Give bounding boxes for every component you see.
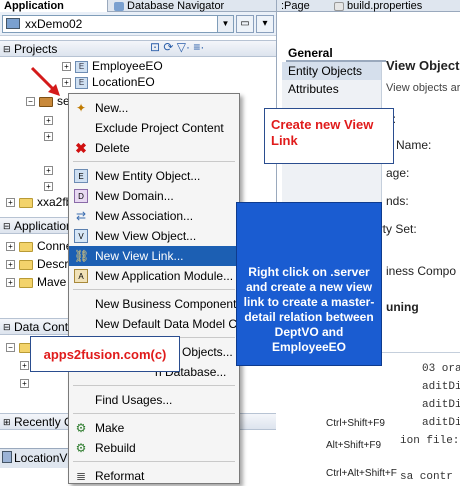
tab-build-properties[interactable]: build.properties — [330, 0, 430, 12]
tree-item-employee-eo[interactable]: + E EmployeeEO — [62, 59, 163, 73]
tree-item-location-eo[interactable]: + E LocationEO — [62, 75, 155, 89]
field-label: iness Compo — [386, 264, 457, 278]
editor-description: View objects ar — [386, 82, 460, 94]
application-toolbar: xxDemo02 ▼ ▭ ▾ — [0, 12, 276, 36]
new-icon: ✦ — [75, 101, 87, 115]
log-line: sa contr — [400, 471, 453, 483]
tree-item-connections[interactable]: + Conne — [6, 239, 72, 253]
file-icon — [334, 1, 344, 11]
folder-icon — [19, 241, 33, 252]
folder-icon — [19, 197, 33, 208]
annotation-watermark: apps2fusion.com(c) — [30, 336, 180, 372]
menu-item-new-association[interactable]: ⇄ New Association... — [69, 206, 239, 226]
menu-item-new-view-link[interactable]: ⛓ New View Link... — [69, 246, 239, 266]
view-object-icon: V — [74, 229, 88, 243]
projects-section-label: Projects — [14, 42, 58, 56]
editor-heading: View Object — [386, 58, 460, 73]
shortcut-reformat: Ctrl+Alt+Shift+F — [326, 468, 397, 479]
projects-section-header[interactable]: ⊟ Projects — [0, 40, 276, 57]
tree-item-collapsed[interactable]: + — [44, 179, 57, 193]
collapse-icon[interactable]: ⊟ — [3, 218, 11, 234]
tab-application-label: Application — [4, 0, 64, 12]
collapse-icon[interactable]: ⊟ — [3, 319, 11, 335]
delete-icon: ✖ — [75, 140, 87, 156]
menu-item-new[interactable]: ✦ New... — [69, 98, 239, 118]
menu-item-rebuild[interactable]: ⚙ Rebuild — [69, 438, 239, 458]
entity-object-icon: E — [75, 76, 88, 89]
menu-item-reformat[interactable]: ≣ Reformat — [69, 466, 239, 486]
entity-object-icon: E — [74, 169, 88, 183]
log-line: 03 oracl — [422, 363, 460, 375]
projects-toolbar-icons[interactable]: ⊡ ⟳ ▽· ≡· — [150, 40, 204, 54]
tab-database-navigator[interactable]: Database Navigator — [110, 0, 228, 12]
menu-separator — [73, 413, 235, 414]
folder-icon — [19, 277, 33, 288]
log-line: ion file:/ — [400, 435, 460, 447]
log-line: aditDisa — [422, 399, 460, 411]
menu-item-new-default-data-model[interactable]: New Default Data Model Co — [69, 314, 239, 334]
tab-application[interactable]: Application — [0, 0, 108, 12]
side-nav-attributes[interactable]: Attributes — [282, 80, 381, 98]
menu-item-delete[interactable]: ✖ Delete — [69, 138, 239, 158]
view-link-icon: ⛓ — [74, 249, 90, 263]
tab-page[interactable]: :Page — [276, 0, 326, 12]
menu-item-new-domain[interactable]: D New Domain... — [69, 186, 239, 206]
domain-icon: D — [74, 189, 88, 203]
menu-separator — [73, 461, 235, 462]
menu-item-new-application-module[interactable]: A New Application Module... — [69, 266, 239, 286]
tree-item-maven[interactable]: + Mave — [6, 275, 66, 289]
side-nav-entity-objects[interactable]: Entity Objects — [282, 62, 381, 80]
application-module-icon: A — [74, 269, 88, 283]
folder-icon — [19, 259, 33, 270]
entity-object-icon: E — [75, 60, 88, 73]
shortcut-rebuild: Alt+Shift+F9 — [326, 440, 382, 451]
tree-item-collapsed[interactable]: + — [44, 163, 57, 177]
field-label: nds: — [386, 194, 409, 208]
menu-separator — [73, 161, 235, 162]
make-icon: ⚙ — [75, 421, 87, 435]
application-combo[interactable]: xxDemo02 ▼ — [2, 15, 234, 33]
tree-item-collapsed[interactable]: + — [44, 113, 57, 127]
collapse-icon[interactable]: ⊟ — [3, 41, 11, 57]
app-options-button[interactable]: ▾ — [256, 15, 274, 33]
menu-item-new-business-components[interactable]: New Business Components — [69, 294, 239, 314]
menu-separator — [73, 289, 235, 290]
menu-separator — [73, 385, 235, 386]
database-icon — [114, 1, 124, 11]
annotation-create-view-link: Create new View Link — [264, 108, 394, 164]
reformat-icon: ≣ — [75, 469, 87, 483]
tree-item-data-control[interactable]: + — [20, 376, 33, 390]
expand-icon[interactable]: ⊞ — [3, 414, 11, 430]
log-line: aditDisa — [422, 381, 460, 393]
app-menu-button[interactable]: ▭ — [236, 15, 254, 33]
chevron-down-icon[interactable]: ▼ — [217, 16, 233, 32]
field-label: age: — [386, 166, 410, 180]
menu-item-make[interactable]: ⚙ Make — [69, 418, 331, 438]
tree-item-descriptors[interactable]: + Descr — [6, 257, 68, 271]
association-icon: ⇄ — [75, 209, 87, 223]
rebuild-icon: ⚙ — [75, 441, 87, 455]
menu-item-new-view-object[interactable]: V New View Object... — [69, 226, 239, 246]
menu-item-exclude-project-content[interactable]: Exclude Project Content — [69, 118, 239, 138]
view-object-icon — [2, 451, 12, 463]
menu-item-new-entity-object[interactable]: E New Entity Object... — [69, 166, 239, 186]
tab-general[interactable]: General — [286, 44, 386, 62]
application-icon — [6, 18, 20, 29]
annotation-instructions: Right click on .server and create a new … — [236, 202, 382, 366]
shortcut-make: Ctrl+Shift+F9 — [326, 418, 385, 429]
section-label-tuning: uning — [386, 300, 419, 314]
red-arrow-annotation — [30, 66, 60, 96]
log-line: aditDisa — [422, 417, 460, 429]
tree-item-collapsed[interactable]: + — [44, 129, 57, 143]
context-menu: ✦ New... Exclude Project Content ✖ Delet… — [68, 93, 240, 484]
menu-item-find-usages[interactable]: Find Usages... — [69, 390, 239, 410]
